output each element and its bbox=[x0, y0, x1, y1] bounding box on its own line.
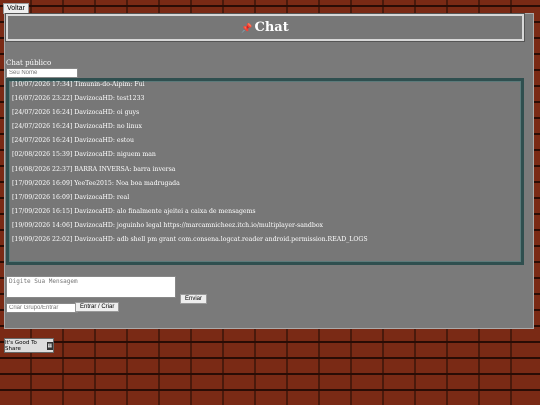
message-item: [17/09/2026 16:09] DavizocaHD: real bbox=[12, 193, 130, 201]
share-icon: ▦ bbox=[46, 341, 53, 350]
pushpin-icon: 📌 bbox=[241, 24, 253, 34]
share-badge-text: It's Good To Share bbox=[5, 339, 37, 352]
message-item: [10/07/2026 17:34] Timunin-do-Aipim: Fui bbox=[12, 81, 145, 88]
send-button[interactable]: Enviar bbox=[180, 294, 208, 304]
message-list[interactable]: [10/07/2026 17:34] Timunin-do-Aipim: Fui… bbox=[6, 78, 524, 265]
chat-header: 📌 Chat bbox=[5, 13, 525, 42]
name-input[interactable] bbox=[6, 68, 78, 78]
group-input[interactable] bbox=[6, 303, 78, 313]
page-title: 📌 Chat bbox=[241, 20, 289, 35]
message-item: [02/08/2026 15:39] DavizocaHD: niguem ma… bbox=[12, 151, 156, 159]
message-item: [17/09/2026 16:09] YeeTee2015: Noa boa m… bbox=[12, 179, 180, 187]
message-item: [19/09/2026 22:02] DavizocaHD: adb shell… bbox=[12, 236, 368, 244]
message-item: [19/09/2026 14:06] DavizocaHD: joguinho … bbox=[12, 221, 324, 229]
public-chat-label: Chat público bbox=[6, 59, 52, 67]
join-create-button[interactable]: Entrar / Criar bbox=[75, 302, 120, 312]
message-input[interactable] bbox=[6, 276, 176, 298]
message-item: [24/07/2026 16:24] DavizocaHD: no linux bbox=[12, 123, 143, 131]
message-item: [24/07/2026 16:24] DavizocaHD: oi guys bbox=[12, 109, 140, 117]
message-item: [17/09/2026 16:15] DavizocaHD: alo final… bbox=[12, 207, 256, 215]
share-badge[interactable]: It's Good To Share ▦ bbox=[4, 338, 54, 353]
message-item: [24/07/2026 16:24] DavizocaHD: estou bbox=[12, 137, 134, 145]
message-item: [16/08/2026 22:37] BARRA INVERSA: barra … bbox=[12, 165, 176, 173]
message-item: [16/07/2026 23:22] DavizocaHD: test1233 bbox=[12, 95, 145, 103]
